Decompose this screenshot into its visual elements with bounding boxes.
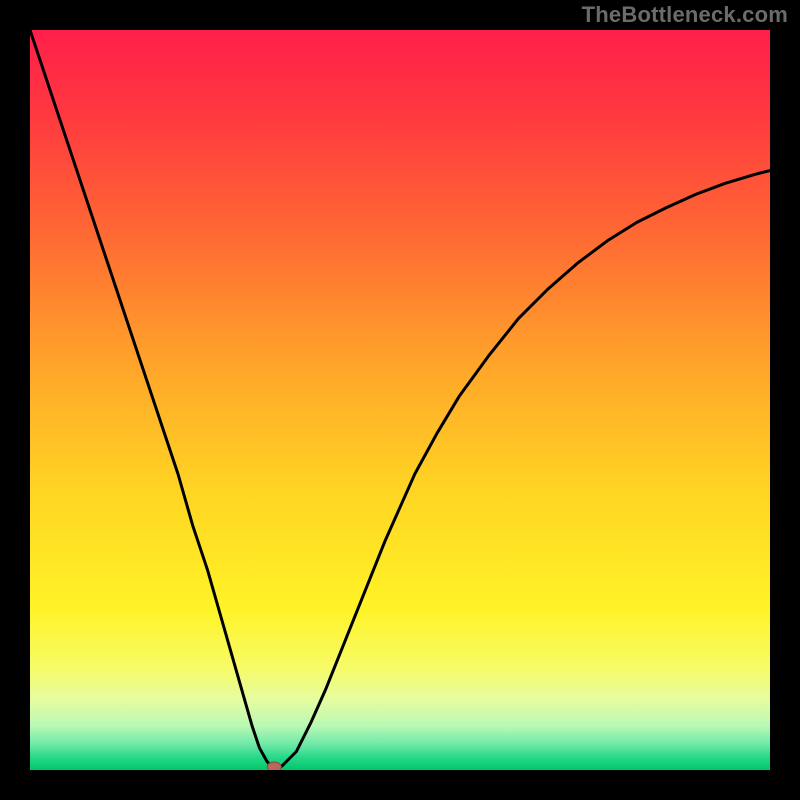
optimal-point-marker <box>267 762 281 770</box>
watermark-text: TheBottleneck.com <box>582 2 788 28</box>
plot-area <box>30 30 770 770</box>
gradient-background <box>30 30 770 770</box>
chart-frame: TheBottleneck.com <box>0 0 800 800</box>
chart-svg <box>30 30 770 770</box>
